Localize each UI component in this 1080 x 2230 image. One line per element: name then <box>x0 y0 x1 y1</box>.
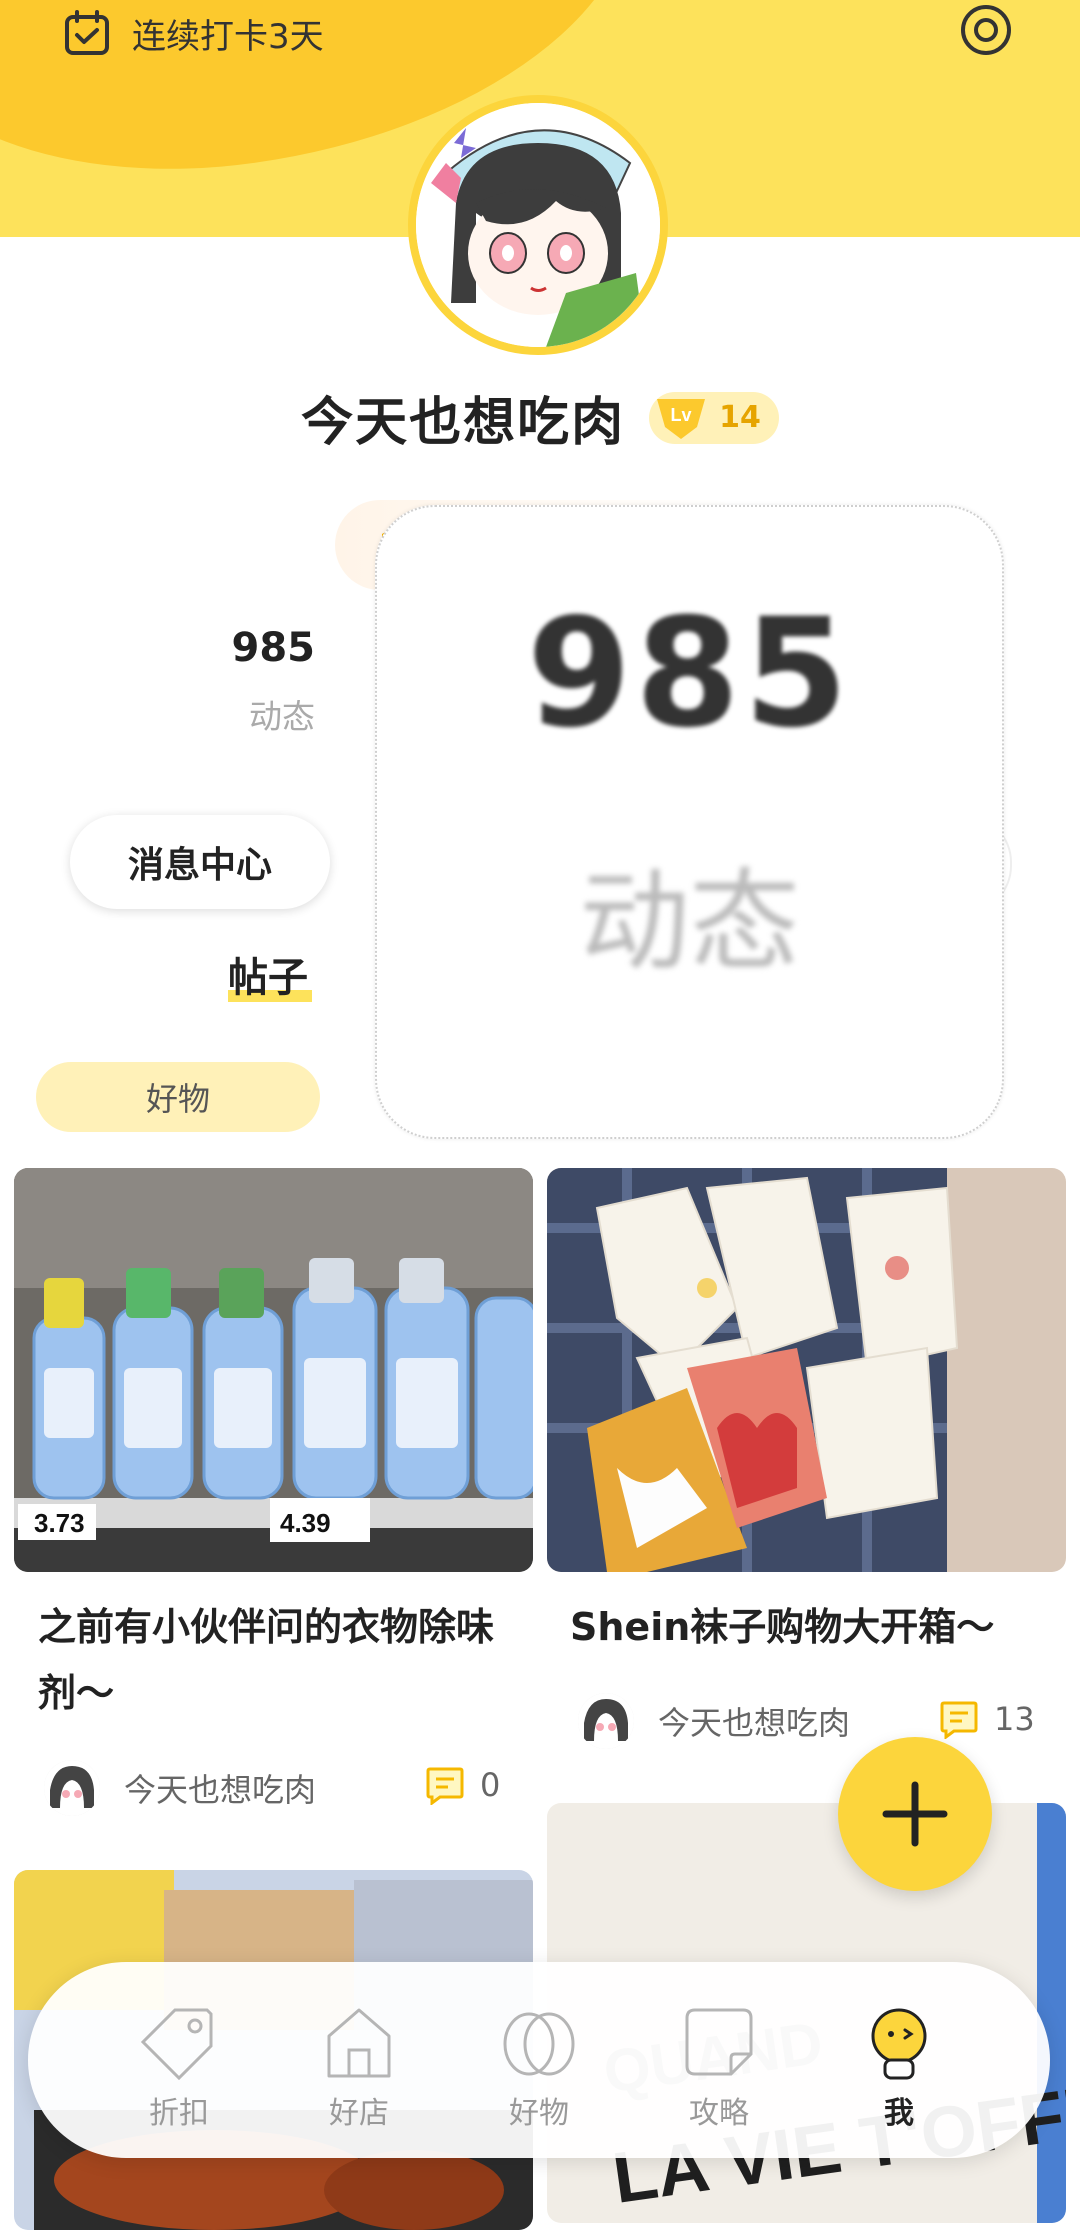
author-name: 今天也想吃肉 <box>658 1704 851 1742</box>
feed-card-author[interactable]: 今天也想吃肉 <box>44 1760 316 1816</box>
nav-item-stores[interactable]: 好店 <box>304 2002 414 2132</box>
nav-label: 我 <box>884 2096 914 2131</box>
calendar-check-icon <box>65 10 109 55</box>
price-tag-2: 4.39 <box>280 1508 331 1538</box>
nav-item-me[interactable]: 我 <box>844 2002 954 2132</box>
store-icon <box>327 2008 391 2078</box>
tab-posts[interactable]: 帖子 <box>228 945 308 1003</box>
nav-item-goods[interactable]: 好物 <box>484 2002 594 2132</box>
feed-card-image[interactable]: 3.73 4.39 <box>14 1168 533 1572</box>
settings-icon <box>961 5 1011 55</box>
bottom-navigation: 折扣 好店 好物 攻略 我 <box>28 1962 1050 2158</box>
nav-label: 好店 <box>329 2096 389 2131</box>
guide-icon <box>685 2008 753 2076</box>
feed-card-title[interactable]: Shein袜子购物大开箱～ <box>570 1594 1050 1660</box>
nav-label: 攻略 <box>689 2096 749 2131</box>
plus-icon <box>882 1781 948 1847</box>
create-post-button[interactable] <box>838 1737 992 1891</box>
feed-card-image[interactable] <box>547 1168 1066 1572</box>
author-avatar <box>44 1760 100 1816</box>
comment-count-value: 13 <box>994 1700 1035 1738</box>
feed-card-title[interactable]: 之前有小伙伴问的衣物除味剂～ <box>38 1594 518 1726</box>
comment-count[interactable]: 0 <box>424 1765 500 1805</box>
spray-bottles-image: 3.73 4.39 <box>14 1168 533 1572</box>
author-name: 今天也想吃肉 <box>124 1771 317 1809</box>
anime-avatar-image <box>416 103 660 347</box>
level-badge[interactable]: Lv 14 <box>649 391 779 444</box>
comment-icon <box>426 1767 464 1805</box>
username: 今天也想吃肉 <box>301 393 626 453</box>
posts-count-label: 动态 <box>249 697 315 736</box>
nav-label: 好物 <box>509 2096 569 2131</box>
category-chip-goods[interactable]: 好物 <box>36 1062 320 1132</box>
checkin-button[interactable]: 连续打卡3天 <box>62 8 324 58</box>
socks-image <box>547 1168 1066 1572</box>
level-number: 14 <box>719 400 761 435</box>
goods-icon <box>503 2012 575 2076</box>
profile-avatar[interactable] <box>408 95 668 355</box>
price-tag-1: 3.73 <box>34 1508 85 1538</box>
svg-text:Lv: Lv <box>671 405 692 425</box>
zoom-preview-value: 985 <box>526 587 853 761</box>
nav-item-guides[interactable]: 攻略 <box>664 2002 774 2132</box>
nav-item-discount[interactable]: 折扣 <box>124 2002 234 2132</box>
posts-count[interactable]: 985 <box>150 625 316 671</box>
feed-card-author[interactable]: 今天也想吃肉 <box>578 1693 850 1749</box>
zoom-preview-label: 动态 <box>579 858 800 986</box>
comment-count-value: 0 <box>480 1766 501 1804</box>
username-row: 今天也想吃肉 Lv 14 <box>0 380 1080 455</box>
comment-icon <box>940 1701 978 1739</box>
author-avatar <box>578 1693 634 1749</box>
nav-label: 折扣 <box>149 2096 209 2131</box>
comment-count[interactable]: 13 <box>938 1699 1035 1739</box>
checkin-text: 连续打卡3天 <box>132 16 324 57</box>
tag-icon <box>140 2008 213 2081</box>
level-shield-icon: Lv <box>657 398 706 439</box>
me-icon <box>871 2008 927 2080</box>
message-center-button[interactable]: 消息中心 <box>70 815 330 909</box>
settings-button[interactable] <box>958 2 1014 58</box>
zoom-preview-popup: 985 动态 <box>375 505 1004 1139</box>
